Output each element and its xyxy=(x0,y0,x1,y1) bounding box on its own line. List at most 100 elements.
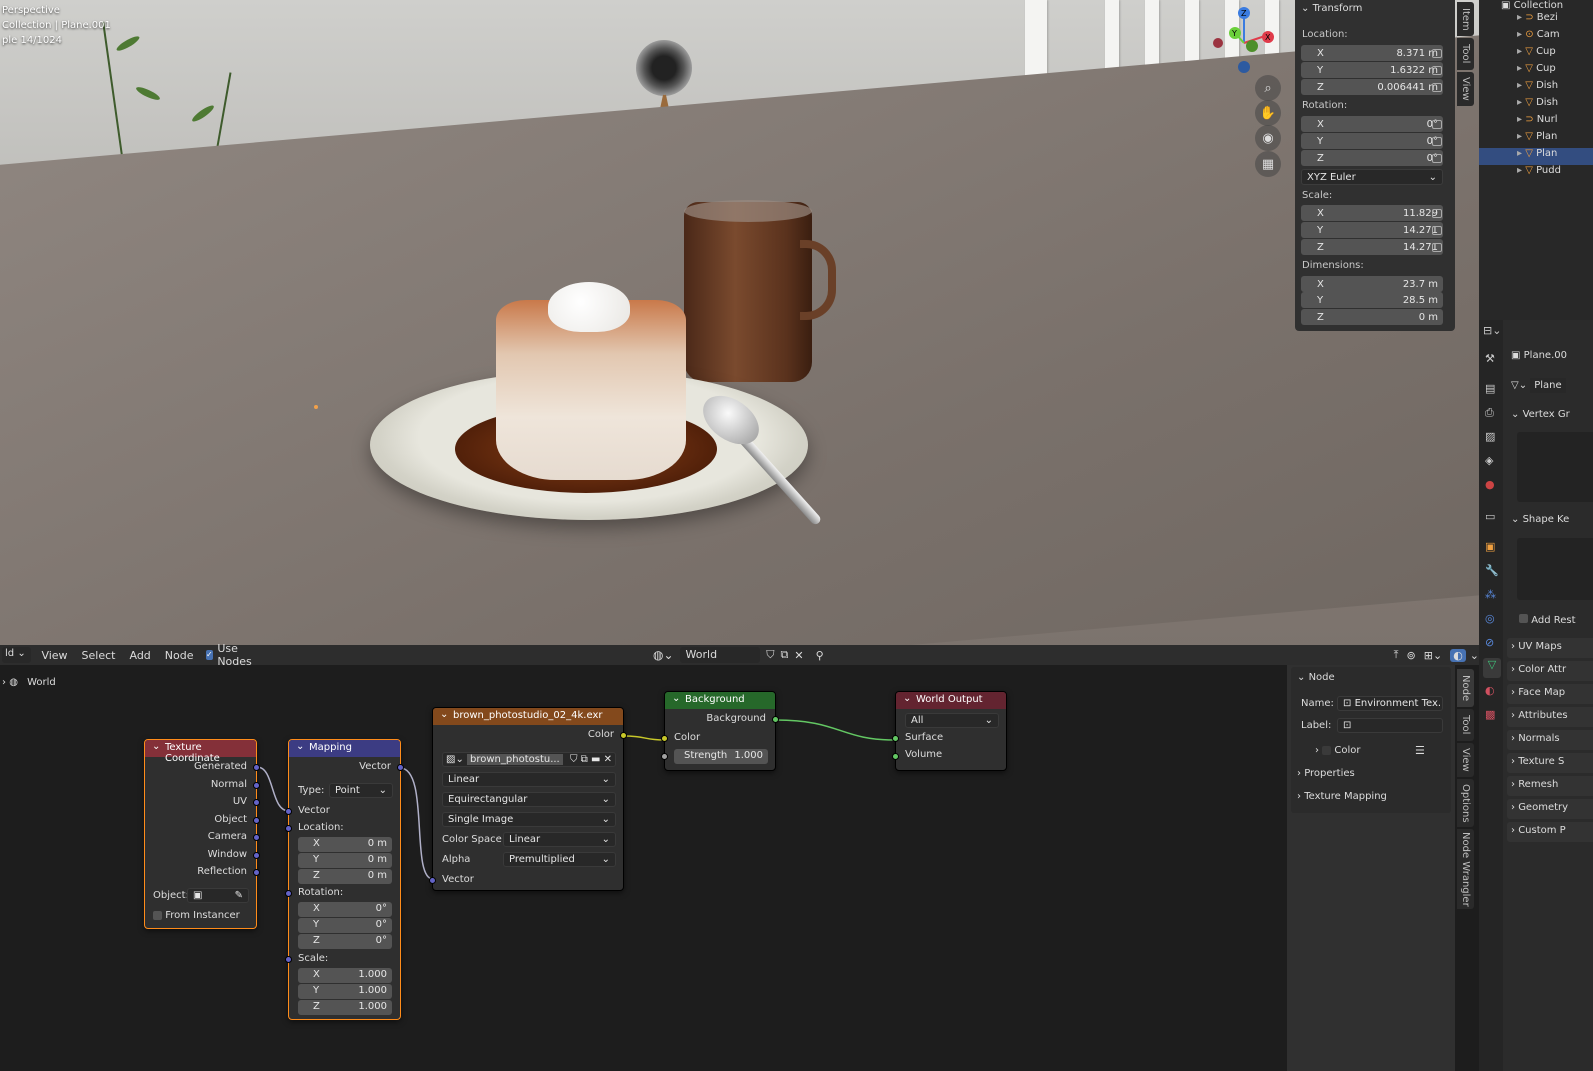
chevron-down-icon[interactable]: ⌄ xyxy=(1470,649,1479,662)
node-header[interactable]: ⌄ Texture Coordinate xyxy=(145,740,256,764)
rotation-z-field[interactable]: Z 0° xyxy=(1301,150,1443,166)
dimension-y-field[interactable]: Y 28.5 m xyxy=(1301,292,1443,308)
section-custom-properties[interactable]: › Custom P xyxy=(1507,822,1593,842)
socket-vector-out[interactable] xyxy=(397,764,404,771)
from-instancer-checkbox[interactable]: From Instancer xyxy=(153,910,240,921)
socket-reflection[interactable] xyxy=(253,869,260,876)
socket-color-out[interactable] xyxy=(620,732,627,739)
add-rest-checkbox[interactable]: Add Rest xyxy=(1519,614,1576,626)
node-header[interactable]: ⌄ World Output xyxy=(896,692,1006,709)
socket-vector-in[interactable] xyxy=(429,877,436,884)
socket-camera[interactable] xyxy=(253,834,260,841)
socket-uv[interactable] xyxy=(253,799,260,806)
navigation-gizmo[interactable]: Z Y X xyxy=(1210,5,1282,77)
section-geometry[interactable]: › Geometry xyxy=(1507,799,1593,819)
lock-icon[interactable] xyxy=(1432,154,1442,163)
outliner-item[interactable]: ▸ ▽ Plan xyxy=(1479,131,1593,148)
rotation-mode-dropdown[interactable]: XYZ Euler ⌄ xyxy=(1301,169,1443,185)
section-attributes[interactable]: › Attributes xyxy=(1507,707,1593,727)
lock-icon[interactable] xyxy=(1432,243,1442,252)
world-datablock-field[interactable]: World xyxy=(679,647,761,663)
socket-rotation[interactable] xyxy=(285,890,292,897)
collection-tab-icon[interactable]: ▭ xyxy=(1485,510,1495,523)
lock-icon[interactable] xyxy=(1432,66,1442,75)
section-uv-maps[interactable]: › UV Maps xyxy=(1507,638,1593,658)
overlay-icon[interactable]: ◐ xyxy=(1450,648,1466,662)
section-face-maps[interactable]: › Face Map xyxy=(1507,684,1593,704)
socket-scale[interactable] xyxy=(285,956,292,963)
editor-type-dropdown[interactable]: ld ⌄ xyxy=(2,647,32,663)
scale-x-field[interactable]: X 11.829 xyxy=(1301,205,1443,221)
tab-tool[interactable]: Tool xyxy=(1457,38,1474,70)
section-remesh[interactable]: › Remesh xyxy=(1507,776,1593,796)
outliner-item[interactable]: ▸ ▽ Dish xyxy=(1479,80,1593,97)
source-dropdown[interactable]: Single Image ⌄ xyxy=(442,812,616,827)
location-z[interactable]: Z 0 m xyxy=(298,869,392,884)
object-tab-icon[interactable]: ▣ xyxy=(1485,540,1495,553)
tab-node-wrangler[interactable]: Node Wrangler xyxy=(1457,829,1474,909)
socket-location[interactable] xyxy=(285,825,292,832)
scale-z[interactable]: Z 1.000 xyxy=(298,1000,392,1015)
socket-object[interactable] xyxy=(253,817,260,824)
scale-y-field[interactable]: Y 14.271 xyxy=(1301,222,1443,238)
node-label-field[interactable]: ⊡ xyxy=(1337,718,1443,733)
pin-icon[interactable]: ⚲ xyxy=(816,649,824,662)
editor-type-icon[interactable]: ⊟⌄ xyxy=(1483,324,1501,337)
vertex-groups-header[interactable]: ⌄ Vertex Gr xyxy=(1511,409,1570,420)
image-datablock[interactable]: ▨⌄ brown_photostu... ⛉ ⧉ ▬ ✕ xyxy=(442,752,616,767)
list-icon[interactable]: ☰ xyxy=(1415,744,1425,757)
image-actions[interactable]: ⛉ ⧉ ▬ ✕ xyxy=(570,754,612,765)
type-dropdown[interactable]: Point ⌄ xyxy=(329,783,393,798)
node-background[interactable]: ⌄ Background Background Color Strength 1.0… xyxy=(661,691,779,771)
strength-field[interactable]: Strength 1.000 xyxy=(674,749,768,764)
mesh-data-name[interactable]: ▽⌄ Plane xyxy=(1511,378,1566,393)
socket-volume-in[interactable] xyxy=(892,753,899,760)
tab-options[interactable]: Options xyxy=(1457,779,1474,827)
physics-tab-icon[interactable]: ◎ xyxy=(1485,612,1495,625)
section-texture-space[interactable]: › Texture S xyxy=(1507,753,1593,773)
dimension-z-field[interactable]: Z 0 m xyxy=(1301,309,1443,325)
target-dropdown[interactable]: All ⌄ xyxy=(905,713,999,728)
modifier-tab-icon[interactable]: 🔧 xyxy=(1485,564,1499,577)
socket-strength-in[interactable] xyxy=(661,753,668,760)
object-name[interactable]: ▣ Plane.00 xyxy=(1511,350,1567,361)
socket-background-out[interactable] xyxy=(772,716,779,723)
node-editor-canvas[interactable]: › ◍ World ⌄ Texture Coordinate Generated … xyxy=(0,665,1287,1071)
outliner-item[interactable]: ▸ ⊃ Bezi xyxy=(1479,12,1593,29)
duplicate-icon[interactable]: ⧉ xyxy=(781,648,789,662)
node-header[interactable]: ⌄ Mapping xyxy=(289,740,400,757)
outliner-item[interactable]: ▸ ⊙ Cam xyxy=(1479,29,1593,46)
output-tab-icon[interactable]: ⎙ xyxy=(1485,406,1494,420)
rotation-x-field[interactable]: X 0° xyxy=(1301,116,1443,132)
render-tab-icon[interactable]: ▤ xyxy=(1485,382,1495,395)
socket-surface-in[interactable] xyxy=(892,735,899,742)
node-header[interactable]: ⌄ Background xyxy=(665,692,775,709)
fake-user-icon[interactable]: ⛉ xyxy=(766,648,774,662)
3d-viewport[interactable]: Perspective Collection | Plane.001 ple 1… xyxy=(0,0,1479,650)
outliner-item[interactable]: ▸ ▽ Dish xyxy=(1479,97,1593,114)
texture-mapping-section[interactable]: › Texture Mapping xyxy=(1297,791,1387,802)
view-layer-tab-icon[interactable]: ▨ xyxy=(1485,430,1495,443)
socket-generated[interactable] xyxy=(253,764,260,771)
location-y-field[interactable]: Y 1.6322 m xyxy=(1301,62,1443,78)
socket-color-in[interactable] xyxy=(661,735,668,742)
scale-z-field[interactable]: Z 14.271 xyxy=(1301,239,1443,255)
tab-view[interactable]: View xyxy=(1457,72,1474,106)
tab-item[interactable]: Item xyxy=(1457,2,1474,36)
properties-section[interactable]: › Properties xyxy=(1297,768,1355,779)
scale-y[interactable]: Y 1.000 xyxy=(298,984,392,999)
socket-window[interactable] xyxy=(253,852,260,859)
interpolation-dropdown[interactable]: Linear ⌄ xyxy=(442,772,616,787)
location-z-field[interactable]: Z 0.006441 m xyxy=(1301,79,1443,95)
tool-tab-icon[interactable]: ⚒ xyxy=(1485,352,1495,365)
outliner-item[interactable]: ▸ ⊃ Nurl xyxy=(1479,114,1593,131)
node-mapping[interactable]: ⌄ Mapping Vector Type: Point ⌄ Vector Loca… xyxy=(285,739,404,1020)
outliner-item[interactable]: ▸ ▽ Cup xyxy=(1479,63,1593,80)
shape-keys-header[interactable]: ⌄ Shape Ke xyxy=(1511,514,1569,525)
projection-dropdown[interactable]: Equirectangular ⌄ xyxy=(442,792,616,807)
section-color-attributes[interactable]: › Color Attr xyxy=(1507,661,1593,681)
tab-tool[interactable]: Tool xyxy=(1457,709,1474,741)
transform-header[interactable]: ⌄ Transform xyxy=(1301,3,1362,14)
constraints-tab-icon[interactable]: ⊘ xyxy=(1485,636,1494,649)
material-tab-icon[interactable]: ◐ xyxy=(1485,684,1495,697)
